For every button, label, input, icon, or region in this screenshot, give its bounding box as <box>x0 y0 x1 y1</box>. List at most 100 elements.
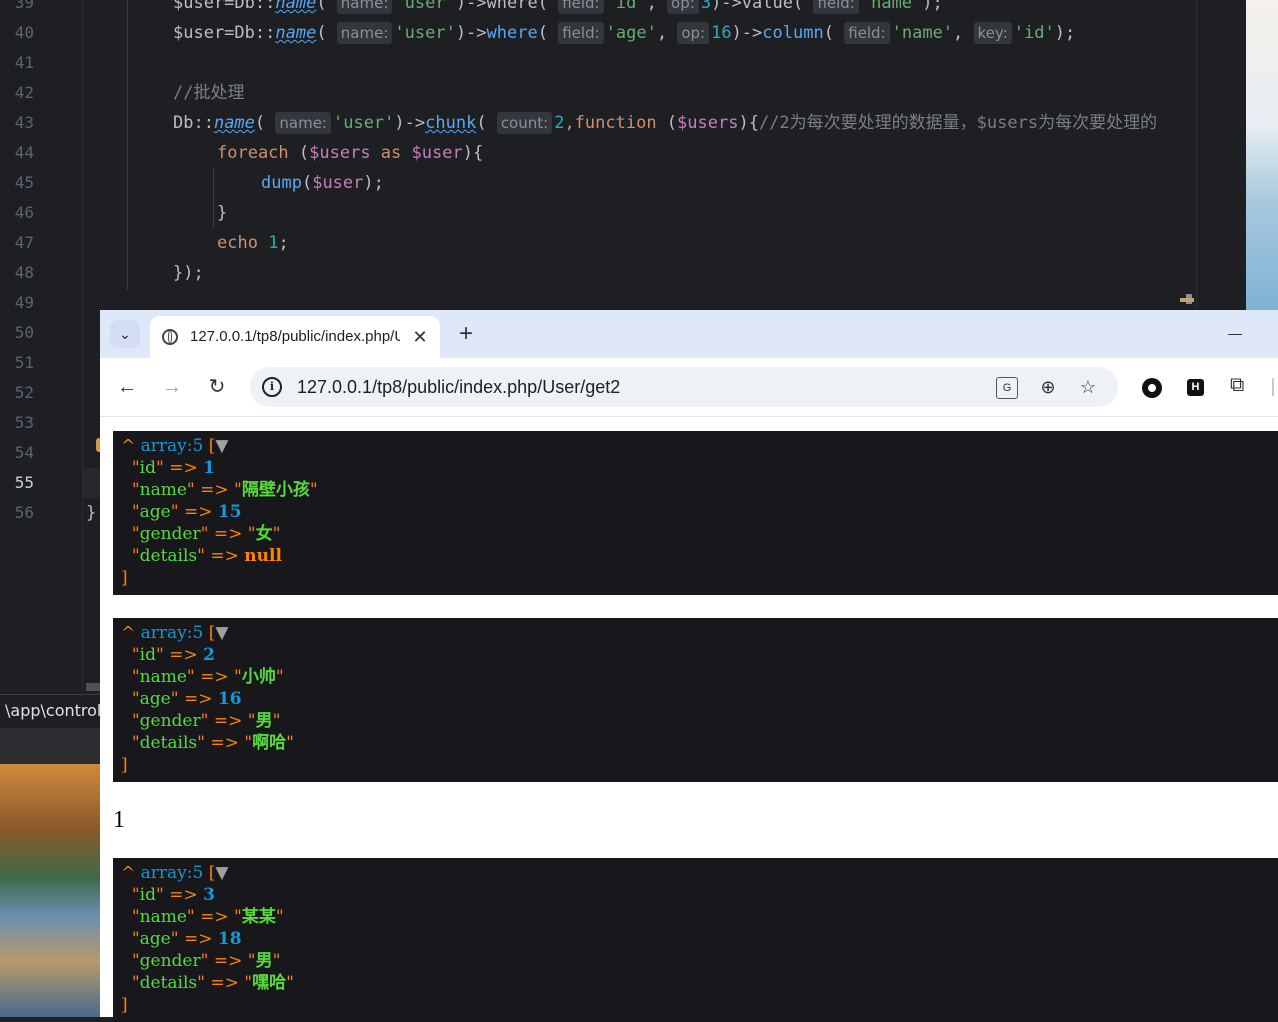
browser-toolbar: ← → ↻ i 127.0.0.1/tp8/public/index.php/U… <box>100 358 1278 417</box>
dump-close-bracket: ] <box>121 568 128 588</box>
dump-value: 男 <box>255 951 273 971</box>
toolbar-divider <box>1272 378 1274 396</box>
line-number: 41 <box>14 53 34 72</box>
reload-icon[interactable]: ↻ <box>202 372 232 402</box>
code-line-45[interactable]: dump($user); <box>261 168 384 198</box>
indent-guide <box>127 0 128 290</box>
code-line-47[interactable]: echo 1; <box>217 228 289 258</box>
gutter-separator <box>82 0 83 690</box>
extension-h-icon[interactable]: H <box>1187 379 1204 396</box>
dump-value: 嘿哈 <box>252 973 287 993</box>
address-bar[interactable]: i 127.0.0.1/tp8/public/index.php/User/ge… <box>250 367 1118 407</box>
dump-value: 小帅 <box>241 667 276 687</box>
var-dump-block: ^ array:5 [▼ "id" => 1 "name" => "隔壁小孩" … <box>113 431 1278 595</box>
code-line-48[interactable]: }); <box>173 258 204 288</box>
dump-value: 3 <box>203 885 215 905</box>
scroll-marker <box>1180 298 1194 302</box>
extension-circle-icon[interactable] <box>1142 378 1162 398</box>
dump-value: 某某 <box>241 907 276 927</box>
dump-value: 1 <box>203 458 215 478</box>
zoom-icon[interactable]: ⊕ <box>1036 375 1060 399</box>
back-arrow-icon[interactable]: ← <box>112 372 142 402</box>
line-number: 51 <box>14 353 34 372</box>
dump-value: 啊哈 <box>252 733 287 753</box>
dump-row: "id" => 2 <box>131 645 215 665</box>
expand-arrow-icon[interactable]: ▼ <box>215 623 228 643</box>
url-text[interactable]: 127.0.0.1/tp8/public/index.php/User/get2 <box>297 377 620 398</box>
desktop-wallpaper <box>1246 0 1278 310</box>
code-line-42[interactable]: //批处理 <box>173 78 244 108</box>
tab-search-button[interactable]: ⌄ <box>110 320 140 348</box>
dump-key: name <box>139 667 187 687</box>
dump-value: 16 <box>217 689 242 709</box>
bookmark-star-icon[interactable]: ☆ <box>1076 375 1100 399</box>
globe-icon <box>162 329 178 345</box>
collapse-toggle-icon[interactable]: ^ <box>121 623 135 643</box>
expand-arrow-icon[interactable]: ▼ <box>215 863 228 883</box>
dump-key: gender <box>139 524 201 544</box>
dump-close-bracket: ] <box>121 995 128 1015</box>
page-content: ^ array:5 [▼ "id" => 1 "name" => "隔壁小孩" … <box>100 417 1278 1022</box>
code-line-40[interactable]: $user=Db::name( name:'user')->where( fie… <box>173 18 1075 48</box>
dump-close-bracket: ] <box>121 755 128 775</box>
site-info-icon[interactable]: i <box>262 377 282 397</box>
browser-tab[interactable]: 127.0.0.1/tp8/public/index.php/User/get2… <box>150 316 440 358</box>
collapse-toggle-icon[interactable]: ^ <box>121 863 135 883</box>
dump-row: "age" => 15 <box>131 502 242 522</box>
puzzle-icon[interactable]: ⧉ <box>1230 374 1244 397</box>
line-number: 40 <box>14 23 34 42</box>
dump-row: "name" => "隔壁小孩" <box>131 480 318 500</box>
collapse-toggle-icon[interactable]: ^ <box>121 436 135 456</box>
code-line-44[interactable]: foreach ($users as $user){ <box>217 138 483 168</box>
line-number: 45 <box>14 173 34 192</box>
dump-key: details <box>139 733 198 753</box>
dump-key: gender <box>139 711 201 731</box>
line-number: 43 <box>14 113 34 132</box>
dump-value: 男 <box>255 711 273 731</box>
line-number: 50 <box>14 323 34 342</box>
dump-value: 隔壁小孩 <box>241 480 310 500</box>
code-line-39[interactable]: $user=Db::name( name:'user')->where( fie… <box>173 0 943 18</box>
dump-row: "details" => null <box>131 546 282 566</box>
line-number: 49 <box>14 293 34 312</box>
line-number: 54 <box>14 443 34 462</box>
dump-row: "details" => "嘿哈" <box>131 973 294 993</box>
code-line-56[interactable]: } <box>86 498 96 528</box>
dump-key: age <box>139 502 171 522</box>
line-number: 52 <box>14 383 34 402</box>
code-line-43[interactable]: Db::name( name:'user')->chunk( count: 2,f… <box>173 108 1196 138</box>
line-number: 56 <box>14 503 34 522</box>
close-icon[interactable]: ✕ <box>408 325 432 349</box>
expand-arrow-icon[interactable]: ▼ <box>215 436 228 456</box>
dump-value: 女 <box>255 524 273 544</box>
forward-arrow-icon[interactable]: → <box>157 372 187 402</box>
var-dump-block: ^ array:5 [▼ "id" => 2 "name" => "小帅" "a… <box>113 618 1278 782</box>
plus-icon[interactable]: + <box>452 320 480 348</box>
dump-key: details <box>139 546 198 566</box>
dump-value: null <box>244 546 282 566</box>
dump-row: "age" => 18 <box>131 929 242 949</box>
translate-icon[interactable]: G <box>996 377 1018 399</box>
dump-value: 15 <box>217 502 242 522</box>
dump-key: gender <box>139 951 201 971</box>
code-line-46[interactable]: } <box>217 198 227 228</box>
dump-row: "age" => 16 <box>131 689 242 709</box>
dump-type: array:5 <box>140 863 204 883</box>
editor-scrollbar[interactable] <box>1196 0 1247 310</box>
dump-key: id <box>139 645 156 665</box>
line-number: 53 <box>14 413 34 432</box>
indent-guide <box>213 168 214 228</box>
line-number: 44 <box>14 143 34 162</box>
breadcrumb-bar: \app\controller <box>0 694 122 729</box>
ide-panel <box>0 728 100 764</box>
line-number: 39 <box>14 0 34 12</box>
dump-key: name <box>139 480 187 500</box>
dump-key: age <box>139 929 171 949</box>
horizontal-scrollbar-thumb[interactable] <box>86 683 100 691</box>
line-number: 47 <box>14 233 34 252</box>
dump-type: array:5 <box>140 436 204 456</box>
minimize-icon[interactable] <box>1228 334 1242 335</box>
dump-key: age <box>139 689 171 709</box>
dump-value: 18 <box>217 929 242 949</box>
echo-output: 1 <box>113 807 125 833</box>
